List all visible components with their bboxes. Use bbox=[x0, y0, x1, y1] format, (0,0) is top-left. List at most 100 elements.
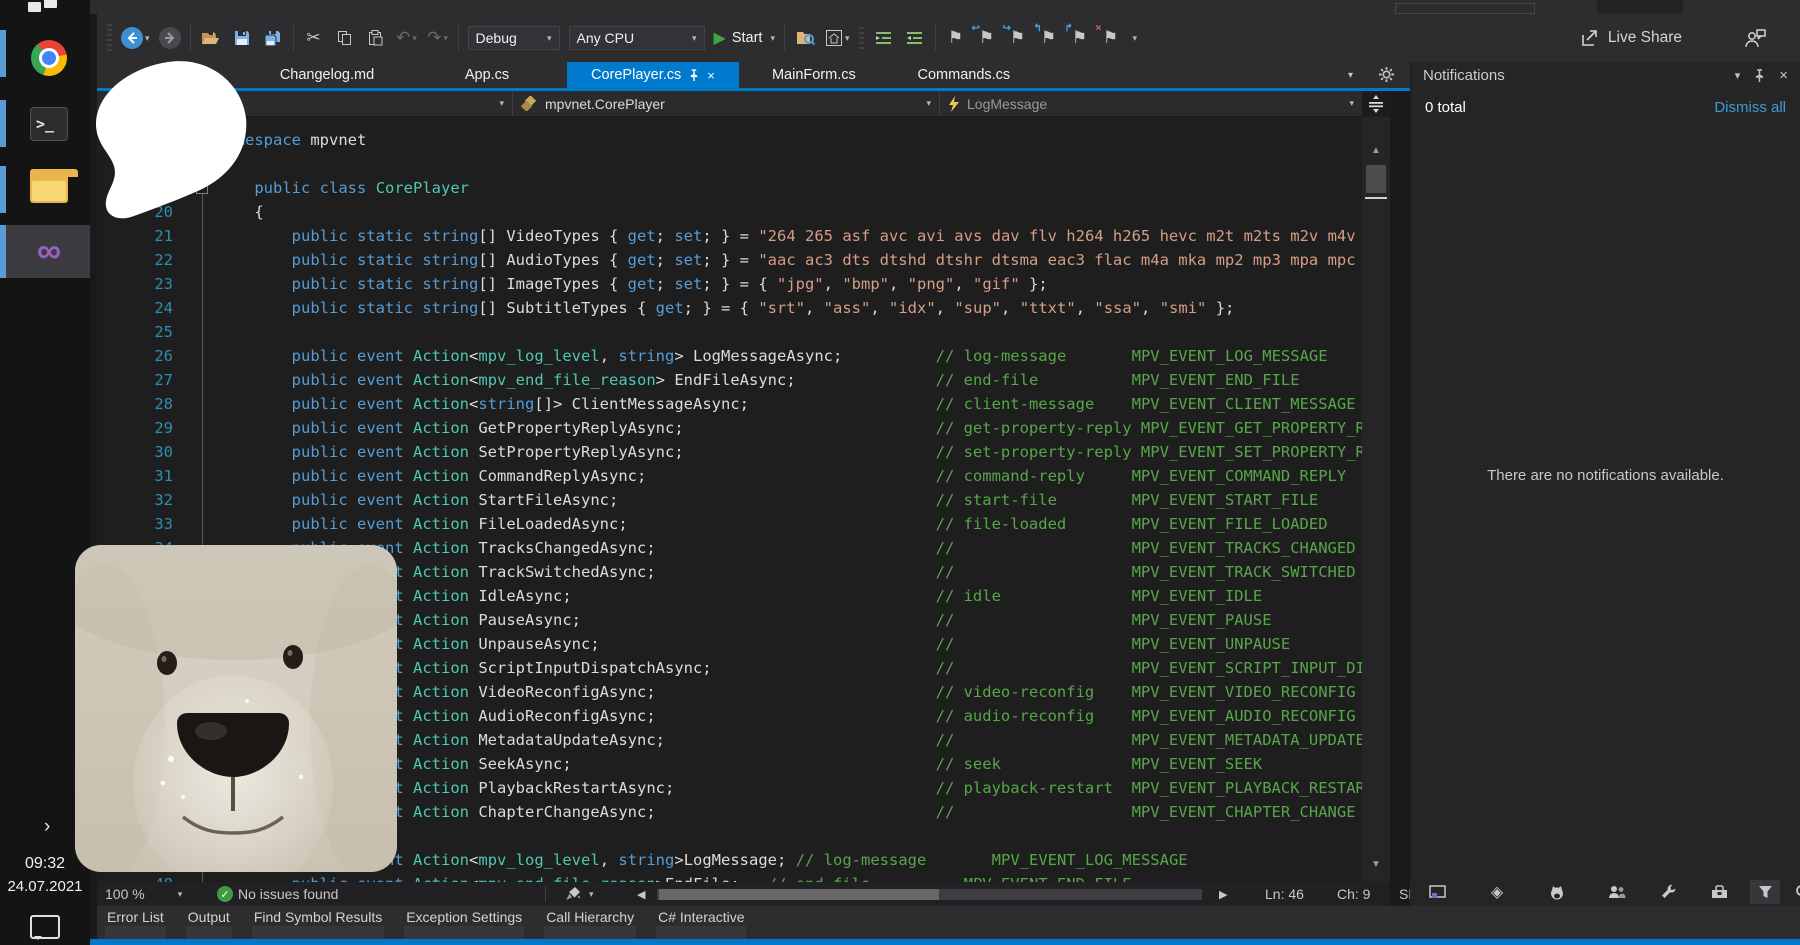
code-line-48[interactable]: 48 public event Action<mpv_end_file_reas… bbox=[97, 872, 1362, 882]
scroll-down-arrow[interactable]: ▼ bbox=[1362, 859, 1390, 870]
taskbar-clock: 09:32 bbox=[0, 855, 90, 873]
split-window-handle[interactable] bbox=[1362, 91, 1390, 117]
people-icon[interactable] bbox=[1602, 880, 1632, 904]
panel-dropdown-icon[interactable]: ▾ bbox=[1735, 69, 1741, 82]
code-line-33[interactable]: 33 public event Action FileLoadedAsync; … bbox=[97, 512, 1362, 536]
code-line-31[interactable]: 31 public event Action CommandReplyAsync… bbox=[97, 464, 1362, 488]
code-line-22[interactable]: 22 public static string[] AudioTypes { g… bbox=[97, 248, 1362, 272]
hscroll-left-arrow[interactable]: ◀ bbox=[637, 882, 645, 906]
code-line-30[interactable]: 30 public event Action SetPropertyReplyA… bbox=[97, 440, 1362, 464]
code-line-19[interactable]: 19− public class CorePlayer bbox=[97, 176, 1362, 200]
code-line-17[interactable]: 17−namespace mpvnet bbox=[97, 128, 1362, 152]
document-health-indicator[interactable]: ✓ No issues found bbox=[217, 882, 338, 906]
toolbar-drag-handle[interactable] bbox=[107, 24, 112, 52]
taskbar-item-visual-studio[interactable]: ∞ bbox=[6, 225, 90, 278]
member-dropdown[interactable]: LogMessage▾ bbox=[940, 91, 1362, 116]
copy-button[interactable] bbox=[334, 25, 356, 51]
show-hidden-icons-chevron[interactable]: › bbox=[44, 816, 50, 838]
editor-vertical-scrollbar[interactable]: ▲ ▼ bbox=[1362, 117, 1390, 882]
title-search-box[interactable] bbox=[1395, 3, 1535, 14]
code-line-20[interactable]: 20 { bbox=[97, 200, 1362, 224]
navigate-forward-button[interactable] bbox=[159, 25, 181, 51]
type-dropdown[interactable]: mpvnet.CorePlayer▾ bbox=[513, 91, 940, 116]
code-cleanup-button[interactable]: ▾ bbox=[565, 882, 594, 906]
panel-tab-call-hierarchy[interactable]: Call Hierarchy bbox=[544, 906, 636, 939]
toolbox-icon[interactable] bbox=[1704, 880, 1734, 904]
pinned-window-icon[interactable] bbox=[28, 0, 62, 18]
solution-configurations-combo[interactable]: Debug▾ bbox=[468, 26, 560, 50]
save-all-button[interactable] bbox=[262, 25, 284, 51]
tab-options-button[interactable] bbox=[1378, 66, 1395, 83]
zoom-level-combo[interactable]: 100 %▾ bbox=[105, 882, 182, 906]
panel-close-icon[interactable]: × bbox=[1779, 67, 1788, 84]
next-bookmark-in-folder-button[interactable]: ↱⚑ bbox=[1069, 25, 1091, 51]
tab-pin-icon[interactable] bbox=[689, 69, 699, 82]
tab-close-icon[interactable]: × bbox=[707, 68, 715, 83]
document-tab-App.cs[interactable]: App.cs bbox=[407, 62, 567, 88]
bottom-tray-icons: ◈ bbox=[1410, 878, 1800, 906]
code-line-32[interactable]: 32 public event Action StartFileAsync; /… bbox=[97, 488, 1362, 512]
find-in-files-button[interactable] bbox=[794, 25, 816, 51]
remote-window-icon[interactable] bbox=[1422, 880, 1452, 904]
toggle-bookmark-button[interactable]: ⚑ bbox=[945, 25, 967, 51]
tab-list-dropdown[interactable]: ▾ bbox=[1348, 70, 1353, 81]
previous-bookmark-button[interactable]: ↩⚑ bbox=[976, 25, 998, 51]
send-feedback-button[interactable] bbox=[1744, 14, 1766, 62]
scroll-up-arrow[interactable]: ▲ bbox=[1362, 145, 1390, 156]
panel-pin-icon[interactable] bbox=[1754, 69, 1765, 83]
paste-button[interactable] bbox=[365, 25, 387, 51]
navigate-home-button[interactable]: ▾ bbox=[825, 25, 850, 51]
code-line-29[interactable]: 29 public event Action GetPropertyReplyA… bbox=[97, 416, 1362, 440]
document-tab-Changelog.md[interactable]: Changelog.md bbox=[247, 62, 407, 88]
folder-search-icon bbox=[796, 30, 815, 46]
previous-bookmark-in-folder-button[interactable]: ↰⚑ bbox=[1038, 25, 1060, 51]
code-line-18[interactable]: 18{ bbox=[97, 152, 1362, 176]
cut-button[interactable]: ✂ bbox=[303, 25, 325, 51]
document-tab-Commands.cs[interactable]: Commands.cs bbox=[889, 62, 1039, 88]
code-line-23[interactable]: 23 public static string[] ImageTypes { g… bbox=[97, 272, 1362, 296]
document-tab-CorePlayer.cs[interactable]: CorePlayer.cs× bbox=[567, 62, 739, 88]
vs-status-bar bbox=[90, 939, 1800, 945]
panel-tab-error-list[interactable]: Error List bbox=[105, 906, 166, 939]
panel-tab-exception-settings[interactable]: Exception Settings bbox=[404, 906, 524, 939]
code-line-28[interactable]: 28 public event Action<string[]> ClientM… bbox=[97, 392, 1362, 416]
wrench-icon[interactable] bbox=[1654, 880, 1684, 904]
start-debugging-button[interactable]: ▶ Start▾ bbox=[714, 28, 775, 48]
panel-tab-find-symbol-results[interactable]: Find Symbol Results bbox=[252, 906, 384, 939]
funnel-icon[interactable] bbox=[1750, 880, 1780, 904]
code-line-27[interactable]: 27 public event Action<mpv_end_file_reas… bbox=[97, 368, 1362, 392]
document-tab-MainForm.cs[interactable]: MainForm.cs bbox=[739, 62, 889, 88]
notifications-header[interactable]: Notifications ▾ × bbox=[1411, 62, 1800, 89]
code-line-24[interactable]: 24 public static string[] SubtitleTypes … bbox=[97, 296, 1362, 320]
save-button[interactable] bbox=[231, 25, 253, 51]
visual-studio-icon: ∞ bbox=[37, 234, 61, 268]
diamond-compare-icon[interactable]: ◈ bbox=[1482, 880, 1512, 904]
vertical-scroll-thumb[interactable] bbox=[1366, 165, 1386, 193]
code-line-21[interactable]: 21 public static string[] VideoTypes { g… bbox=[97, 224, 1362, 248]
outline-margin bbox=[189, 416, 217, 440]
next-bookmark-button[interactable]: ↪⚑ bbox=[1007, 25, 1029, 51]
panel-tab-label: C# Interactive bbox=[656, 906, 746, 926]
increase-indent-button[interactable] bbox=[904, 25, 926, 51]
solution-platforms-combo[interactable]: Any CPU▾ bbox=[569, 26, 705, 50]
undo-button[interactable]: ↶▾ bbox=[396, 25, 418, 51]
search-icon[interactable] bbox=[1788, 880, 1800, 904]
code-line-26[interactable]: 26 public event Action<mpv_log_level, st… bbox=[97, 344, 1362, 368]
live-share-button[interactable]: Live Share bbox=[1580, 14, 1682, 62]
unindent-icon bbox=[875, 31, 892, 45]
clear-bookmarks-button[interactable]: ×⚑ bbox=[1100, 25, 1122, 51]
open-file-button[interactable] bbox=[200, 25, 222, 51]
toolbar-overflow-chevron[interactable]: ▾ bbox=[1133, 33, 1138, 44]
editor-horizontal-scrollbar[interactable] bbox=[657, 889, 1202, 900]
panel-tab-output[interactable]: Output bbox=[186, 906, 232, 939]
redo-button[interactable]: ↷▾ bbox=[427, 25, 449, 51]
hscroll-right-arrow[interactable]: ▶ bbox=[1219, 882, 1227, 906]
navigate-back-button[interactable]: ▾ bbox=[121, 25, 150, 51]
panel-tab-c-interactive[interactable]: C# Interactive bbox=[656, 906, 746, 939]
github-octocat-icon[interactable] bbox=[1542, 880, 1572, 904]
decrease-indent-button[interactable] bbox=[873, 25, 895, 51]
code-line-25[interactable]: 25 bbox=[97, 320, 1362, 344]
action-center-icon[interactable] bbox=[30, 915, 60, 939]
dismiss-all-link[interactable]: Dismiss all bbox=[1714, 99, 1786, 116]
horizontal-scroll-thumb[interactable] bbox=[659, 889, 939, 900]
